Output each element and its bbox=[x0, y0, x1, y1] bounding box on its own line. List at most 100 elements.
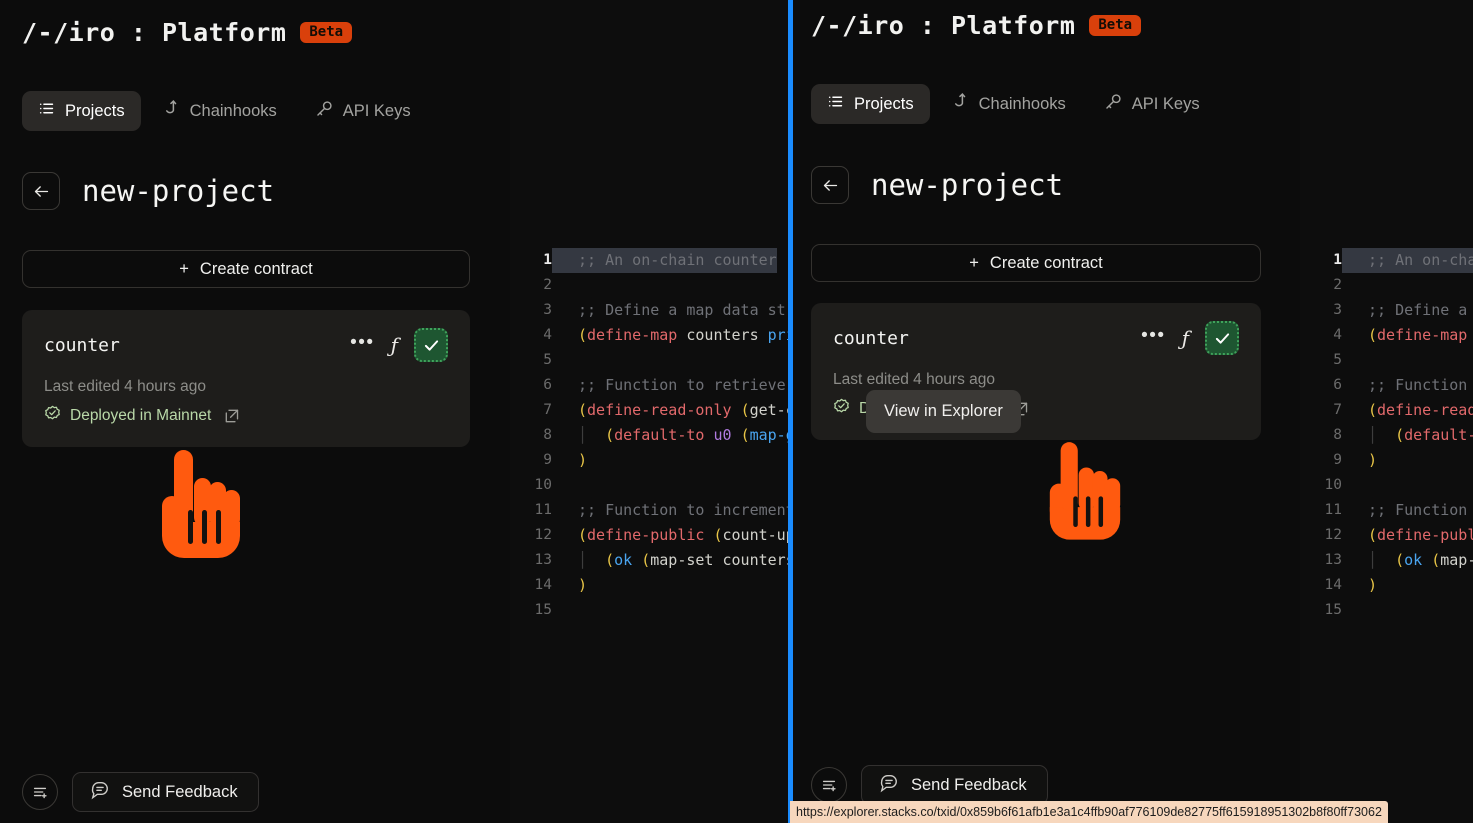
code-line: 6 ;; Function to retrieve the bbox=[510, 373, 790, 398]
beta-badge-after: Beta bbox=[1089, 15, 1142, 36]
indent-guide: │ bbox=[578, 551, 588, 569]
code-token: map-set bbox=[1440, 551, 1473, 569]
code-token: map-get bbox=[749, 426, 790, 444]
plus-icon: + bbox=[969, 253, 979, 272]
line-number: 15 bbox=[534, 602, 552, 618]
code-editor-right[interactable]: 1 ;; An on-chain counter 2 3 ;; Define a map… bbox=[1300, 0, 1473, 823]
code-token: define-read-only bbox=[587, 401, 732, 419]
code-line: 15 bbox=[1300, 598, 1473, 623]
line-number: 3 bbox=[543, 302, 552, 318]
tab-projects-label-after: Projects bbox=[854, 94, 914, 113]
tab-projects-after[interactable]: Projects bbox=[811, 84, 930, 124]
tab-projects[interactable]: Projects bbox=[22, 91, 141, 131]
code-lines-after: 1 ;; An on-chain counter 2 3 ;; Define a map… bbox=[1300, 248, 1473, 623]
code-token: ok bbox=[1404, 551, 1423, 569]
line-number: 10 bbox=[534, 477, 552, 493]
code-token: ( bbox=[578, 526, 588, 544]
line-number: 9 bbox=[1333, 452, 1342, 468]
function-icon[interactable]: ƒ bbox=[1182, 326, 1189, 350]
app-window-left: /-/iro : Platform Beta Projects Chainhoo… bbox=[0, 0, 790, 823]
code-line: 11 ;; Function to increment the bbox=[510, 498, 790, 523]
tab-chainhooks[interactable]: Chainhooks bbox=[147, 90, 293, 132]
list-plus-icon[interactable] bbox=[22, 774, 58, 810]
tab-projects-label: Projects bbox=[65, 101, 125, 120]
code-token: counters bbox=[713, 551, 790, 569]
badge-check-icon bbox=[44, 405, 61, 427]
app-window-right: /-/iro : Platform Beta Projects Chainhoo… bbox=[793, 0, 1473, 823]
code-token: ( bbox=[1368, 526, 1378, 544]
line-number: 2 bbox=[1333, 277, 1342, 293]
line-number: 4 bbox=[543, 327, 552, 343]
contract-card-header: counter ••• ƒ bbox=[44, 328, 448, 362]
code-token: ;; Define a map data structure bbox=[1368, 301, 1468, 319]
code-token: ;; Function to retrieve the bbox=[578, 376, 786, 394]
last-edited-text: Last edited 4 hours ago bbox=[44, 378, 207, 395]
code-text: │ (default-to u0 (map-get bbox=[1342, 423, 1473, 448]
beta-badge: Beta bbox=[300, 22, 353, 43]
tab-api-keys-after[interactable]: API Keys bbox=[1088, 84, 1216, 125]
more-options-icon[interactable]: ••• bbox=[350, 333, 374, 358]
code-token: ) bbox=[578, 451, 588, 469]
create-contract-button[interactable]: + Create contract bbox=[22, 250, 470, 288]
tab-api-keys[interactable]: API Keys bbox=[299, 91, 427, 132]
code-line: 5 bbox=[1300, 348, 1473, 373]
code-editor-left[interactable]: 1 ;; An on-chain counter 2 3 ;; Define a map… bbox=[510, 0, 790, 823]
code-token: default-to bbox=[1404, 426, 1473, 444]
code-token: count-up bbox=[722, 526, 791, 544]
code-text: (define-read-only (get-count bbox=[552, 398, 790, 423]
line-number: 11 bbox=[1324, 502, 1342, 518]
code-token: ok bbox=[614, 551, 633, 569]
project-header-after: new-project bbox=[811, 166, 1063, 204]
code-token: ( bbox=[641, 551, 651, 569]
code-text: (define-read-only (get-count bbox=[1342, 398, 1473, 423]
code-token: ( bbox=[587, 551, 615, 569]
message-icon bbox=[90, 780, 110, 805]
contract-name-after: counter bbox=[833, 327, 909, 349]
send-feedback-label-after: Send Feedback bbox=[911, 775, 1027, 794]
create-contract-button-after[interactable]: + Create contract bbox=[811, 244, 1261, 282]
code-line: 15 bbox=[510, 598, 790, 623]
code-token: ( bbox=[578, 401, 588, 419]
function-icon[interactable]: ƒ bbox=[391, 333, 398, 357]
footer-right: Send Feedback bbox=[811, 765, 1048, 805]
code-token: ( bbox=[1377, 551, 1405, 569]
page-title: new-project bbox=[82, 174, 275, 208]
back-button[interactable] bbox=[22, 172, 60, 210]
deploy-check-button-after[interactable] bbox=[1205, 321, 1239, 355]
code-token: map-set bbox=[650, 551, 714, 569]
code-token: define-read-only bbox=[1377, 401, 1473, 419]
code-token: ( bbox=[1368, 401, 1378, 419]
send-feedback-button-after[interactable]: Send Feedback bbox=[861, 765, 1048, 805]
deploy-check-button[interactable] bbox=[414, 328, 448, 362]
code-token: ) bbox=[1368, 451, 1378, 469]
panel-after: /-/iro : Platform Beta Projects Chainhoo… bbox=[793, 0, 1473, 823]
code-text: (define-public (count-up bbox=[552, 523, 790, 548]
list-icon bbox=[38, 100, 55, 122]
code-token: ( bbox=[740, 426, 750, 444]
tab-chainhooks-label: Chainhooks bbox=[189, 101, 277, 120]
hook-icon bbox=[952, 92, 969, 116]
back-button-after[interactable] bbox=[811, 166, 849, 204]
send-feedback-button[interactable]: Send Feedback bbox=[72, 772, 259, 812]
code-token: define-map bbox=[587, 326, 678, 344]
line-number: 14 bbox=[534, 577, 552, 593]
hook-icon bbox=[163, 99, 180, 123]
code-line: 6 ;; Function to retrieve the bbox=[1300, 373, 1473, 398]
line-number: 13 bbox=[534, 552, 552, 568]
line-number: 13 bbox=[1324, 552, 1342, 568]
code-line: 1 ;; An on-chain counter bbox=[510, 248, 790, 273]
code-line: 3 ;; Define a map data structure bbox=[1300, 298, 1473, 323]
code-token: ;; Function to increment the bbox=[1368, 501, 1468, 519]
more-options-icon[interactable]: ••• bbox=[1141, 326, 1165, 351]
list-plus-icon[interactable] bbox=[811, 767, 847, 803]
contract-card[interactable]: counter ••• ƒ Last edited 4 hours ago De… bbox=[22, 310, 470, 447]
tab-api-keys-label: API Keys bbox=[342, 101, 411, 120]
badge-check-icon bbox=[833, 398, 850, 420]
code-text: ;; Function to increment the bbox=[552, 498, 790, 523]
external-link-icon[interactable] bbox=[220, 408, 240, 424]
tab-chainhooks-after[interactable]: Chainhooks bbox=[936, 83, 1082, 125]
deploy-status-row: Deployed in Mainnet bbox=[44, 405, 448, 427]
line-number: 6 bbox=[1333, 377, 1342, 393]
